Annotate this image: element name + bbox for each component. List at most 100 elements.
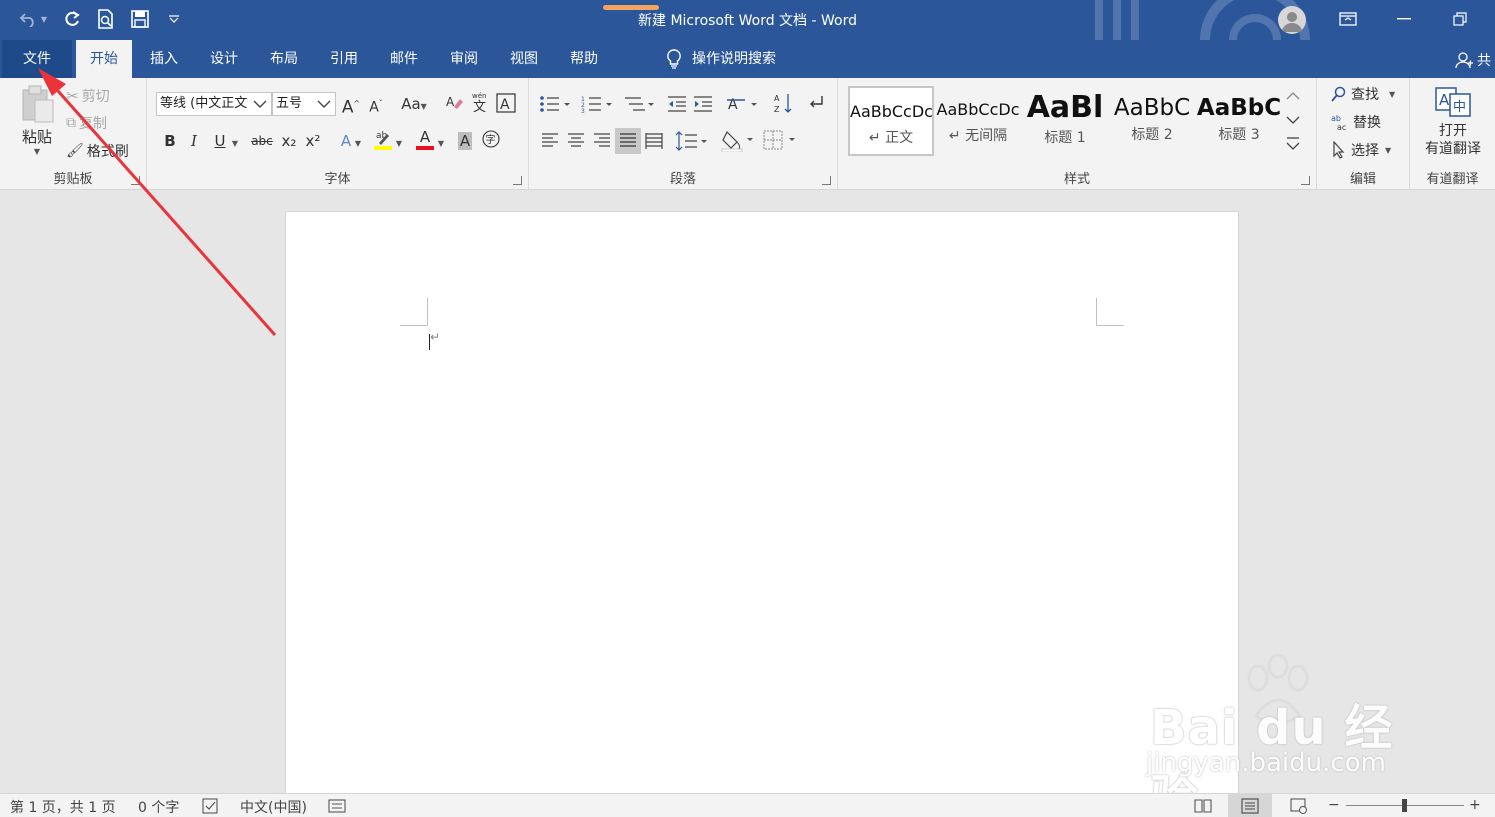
styles-group-label: 样式: [1063, 172, 1090, 187]
change-case-button[interactable]: Aa▼: [397, 93, 431, 115]
print-layout-button[interactable]: [1228, 794, 1272, 817]
open-youdao-button[interactable]: A中 打开 有道翻译: [1416, 86, 1490, 158]
gallery-more-icon[interactable]: [1284, 134, 1302, 156]
highlight-dropdown-icon[interactable]: ▼: [394, 130, 404, 152]
tab-insert[interactable]: 插入: [136, 40, 192, 78]
baidu-watermark: Bai du 经验 jingyan.baidu.com: [1140, 648, 1420, 817]
restore-button[interactable]: [1448, 8, 1472, 30]
clear-formatting-icon[interactable]: A: [443, 93, 465, 115]
tab-home[interactable]: 开始: [76, 40, 132, 78]
clipboard-group-label: 剪贴板: [53, 172, 93, 187]
document-page[interactable]: ↵: [285, 211, 1239, 801]
style-normal[interactable]: AaBbCcDc ↵ 正文: [848, 86, 934, 156]
tab-references[interactable]: 引用: [316, 40, 372, 78]
asian-layout-icon[interactable]: A: [727, 94, 759, 114]
strikethrough-button[interactable]: abc: [249, 130, 275, 152]
style-heading-1[interactable]: AaBl 标题 1: [1022, 86, 1108, 156]
minimize-button[interactable]: [1392, 8, 1416, 30]
align-right-icon[interactable]: [593, 132, 611, 150]
paste-button[interactable]: 粘贴 ▼: [14, 84, 60, 162]
web-layout-icon[interactable]: [1290, 798, 1308, 814]
bullets-icon[interactable]: [539, 94, 571, 114]
subscript-button[interactable]: x₂: [278, 130, 300, 152]
chevron-down-icon: [253, 100, 267, 108]
macro-record-icon[interactable]: [328, 799, 346, 813]
show-formatting-marks-icon[interactable]: [807, 94, 825, 114]
gallery-down-icon[interactable]: [1284, 110, 1302, 130]
tab-design[interactable]: 设计: [196, 40, 252, 78]
tab-mailings[interactable]: 邮件: [376, 40, 432, 78]
font-name-combo[interactable]: 等线 (中文正文: [156, 92, 272, 116]
paragraph-launcher-icon[interactable]: [822, 176, 831, 185]
sort-icon[interactable]: AZ: [773, 92, 793, 114]
user-avatar-icon[interactable]: [1278, 6, 1306, 34]
line-spacing-icon[interactable]: [675, 130, 709, 152]
align-center-icon[interactable]: [567, 132, 585, 150]
clipboard-launcher-icon[interactable]: [131, 176, 140, 185]
ribbon-display-options-button[interactable]: [1336, 8, 1360, 30]
phonetic-guide-icon[interactable]: wén 文: [469, 91, 491, 115]
select-button[interactable]: 选择 ▼: [1331, 140, 1391, 160]
gallery-up-icon[interactable]: [1284, 86, 1302, 106]
decrease-indent-icon[interactable]: [667, 94, 687, 114]
bold-button[interactable]: B: [159, 130, 181, 152]
font-size-combo[interactable]: 五号: [272, 92, 336, 116]
proofing-icon[interactable]: [202, 798, 220, 814]
shading-icon[interactable]: [721, 128, 757, 152]
zoom-out-button[interactable]: −: [1328, 797, 1340, 813]
cut-button[interactable]: ✂ 剪切: [66, 86, 110, 106]
style-heading-3[interactable]: AaBbC 标题 3: [1196, 86, 1282, 156]
grow-font-button[interactable]: A^: [340, 93, 362, 118]
share-button[interactable]: 共: [1454, 50, 1491, 70]
highlight-icon[interactable]: ab: [372, 128, 394, 150]
enclose-characters-icon[interactable]: 字: [480, 130, 502, 152]
tab-view[interactable]: 视图: [496, 40, 552, 78]
styles-launcher-icon[interactable]: [1301, 176, 1310, 185]
svg-text:Z: Z: [774, 105, 780, 114]
font-color-dropdown-icon[interactable]: ▼: [436, 130, 446, 152]
zoom-in-button[interactable]: +: [1469, 797, 1481, 813]
superscript-button[interactable]: x²: [302, 130, 324, 152]
italic-button[interactable]: I: [183, 130, 205, 152]
tab-layout[interactable]: 布局: [256, 40, 312, 78]
paste-dropdown-icon: ▼: [33, 147, 41, 156]
zoom-slider-thumb[interactable]: [1402, 799, 1407, 812]
style-heading-2[interactable]: AaBbC 标题 2: [1109, 86, 1195, 156]
justify-button[interactable]: [615, 128, 641, 154]
underline-button[interactable]: U: [209, 130, 231, 152]
tell-me-search[interactable]: 操作说明搜索: [666, 40, 776, 78]
character-shading-button[interactable]: A: [454, 130, 476, 152]
tab-help[interactable]: 帮助: [556, 40, 612, 78]
copy-button[interactable]: ⧉ 复制: [66, 113, 107, 133]
lightbulb-icon: [667, 49, 681, 69]
style-sample: AaBl: [1026, 90, 1104, 125]
text-effects-dropdown-icon[interactable]: ▼: [353, 130, 363, 152]
language-indicator[interactable]: 中文(中国): [240, 797, 307, 817]
underline-dropdown-icon[interactable]: ▼: [230, 130, 240, 152]
format-painter-button[interactable]: 🖌 格式刷: [66, 141, 129, 161]
increase-indent-icon[interactable]: [693, 94, 713, 114]
replace-button[interactable]: ab ac 替换: [1331, 112, 1381, 132]
font-launcher-icon[interactable]: [513, 176, 522, 185]
find-button[interactable]: 查找 ▼: [1331, 84, 1395, 104]
tab-file[interactable]: 文件: [2, 40, 72, 78]
page-count[interactable]: 第 1 页，共 1 页: [10, 797, 116, 817]
shrink-font-button[interactable]: Aˇ: [365, 93, 387, 116]
read-mode-icon[interactable]: [1194, 798, 1212, 814]
styles-gallery-scroll: [1282, 86, 1304, 158]
open-youdao-line2: 有道翻译: [1425, 141, 1481, 157]
align-left-icon[interactable]: [541, 132, 559, 150]
character-border-icon[interactable]: A: [495, 93, 517, 115]
tab-review[interactable]: 审阅: [436, 40, 492, 78]
borders-icon[interactable]: [763, 130, 799, 150]
find-label: 查找: [1351, 87, 1379, 103]
editing-group: 查找 ▼ ab ac 替换 选择 ▼ 编辑: [1317, 78, 1410, 190]
numbering-icon[interactable]: 123: [581, 94, 613, 114]
watermark-url: jingyan.baidu.com: [1146, 748, 1386, 778]
style-no-spacing[interactable]: AaBbCcDc ↵ 无间隔: [935, 86, 1021, 156]
multilevel-list-icon[interactable]: [623, 94, 655, 114]
character-shading-label: A: [457, 132, 473, 150]
font-color-button[interactable]: A: [414, 128, 436, 150]
distributed-icon[interactable]: [645, 132, 663, 150]
word-count[interactable]: 0 个字: [138, 797, 179, 817]
